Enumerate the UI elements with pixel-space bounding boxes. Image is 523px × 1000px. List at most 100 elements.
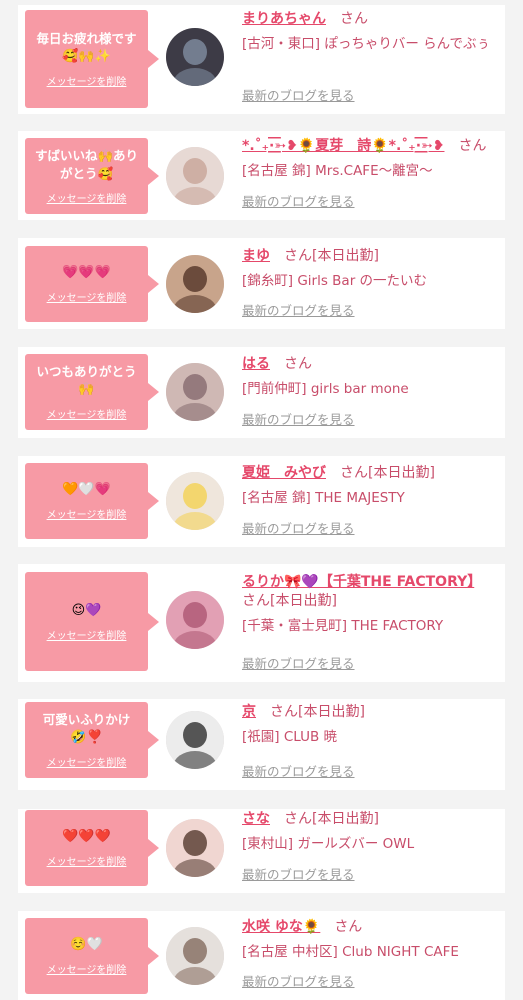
on-duty-badge: [本日出勤]: [368, 465, 435, 481]
avatar[interactable]: [166, 591, 224, 649]
latest-blog-link[interactable]: 最新のブログを見る: [242, 518, 355, 537]
latest-blog-link[interactable]: 最新のブログを見る: [242, 864, 355, 883]
message-card: 可愛いふりかけ 🤣❣️ メッセージを削除 京 さん[本日出勤] [祇園] CLUB 暁最…: [18, 699, 505, 790]
cast-name-link[interactable]: 水咲 ゆな🌻: [242, 919, 320, 935]
message-bubble: いつもありがとう 🙌 メッセージを削除: [25, 354, 159, 430]
latest-blog-link[interactable]: 最新のブログを見る: [242, 409, 355, 428]
message-card: 毎日お疲れ様です 🥰🙌✨ メッセージを削除 まりあちゃん さん [古河・東口] ぽっちゃ…: [18, 5, 505, 114]
message-text: 可愛いふりかけ: [42, 712, 131, 727]
avatar[interactable]: [166, 363, 224, 421]
cast-name-link[interactable]: *.˚₊·͟͟͟͟͟͟͞͞͞͞͞͞➳❥🌻夏芽 詩🌻*.˚₊·͟͟͟͟͟͟͞͞͞͞…: [242, 138, 444, 154]
on-duty-badge: [本日出勤]: [312, 248, 379, 264]
cast-name-link[interactable]: るりか🎀💜【千葉THE FACTORY】: [242, 574, 474, 590]
avatar[interactable]: [166, 28, 224, 86]
message-bubble: ☺️🤍 メッセージを削除: [25, 918, 159, 994]
honorific-label: さん: [284, 248, 312, 264]
shop-name: [千葉・富士見町] THE FACTORY: [242, 618, 444, 634]
delete-message-link[interactable]: メッセージを削除: [47, 754, 127, 769]
name-line: まりあちゃん さん: [242, 10, 498, 29]
name-line: 京 さん[本日出勤]: [242, 703, 498, 722]
avatar-photo-icon: [166, 363, 224, 421]
shop-name: [錦糸町] Girls Bar の一たいむ: [242, 273, 428, 289]
on-duty-badge: [本日出勤]: [298, 704, 365, 720]
avatar-photo-icon: [166, 591, 224, 649]
cast-name-link[interactable]: まゆ: [242, 248, 270, 264]
honorific-label: さん: [270, 704, 298, 720]
message-emoji: 🥰🙌✨: [62, 49, 111, 64]
message-card: 😉💜 メッセージを削除 るりか🎀💜【千葉THE FACTORY】 さん[本日出勤][…: [18, 564, 505, 682]
name-line: 水咲 ゆな🌻 さん: [242, 918, 498, 937]
cast-info: まゆ さん[本日出勤] [錦糸町] Girls Bar の一たいむ: [242, 247, 498, 291]
honorific-label: さん: [334, 919, 363, 935]
cast-info: 夏姫 みやび さん[本日出勤] [名古屋 錦] THE MAJESTY: [242, 464, 498, 508]
message-emoji: 🤣❣️: [70, 730, 103, 745]
message-emoji: ❤️❤️❤️: [62, 829, 111, 844]
latest-blog-link[interactable]: 最新のブログを見る: [242, 85, 355, 104]
avatar-photo-icon: [166, 255, 224, 313]
avatar[interactable]: [166, 711, 224, 769]
message-bubble: 😉💜 メッセージを削除: [25, 572, 159, 671]
latest-blog-link[interactable]: 最新のブログを見る: [242, 300, 355, 319]
delete-message-link[interactable]: メッセージを削除: [47, 289, 127, 304]
delete-message-link[interactable]: メッセージを削除: [47, 627, 127, 642]
cast-info: はる さん [門前仲町] girls bar mone: [242, 355, 498, 399]
message-card: すばいいね🙌ありがとう🥰 メッセージを削除 *.˚₊·͟͟͟͟͟͟͞͞͞͞͞͞➳❥🌻…: [18, 131, 505, 220]
avatar-photo-icon: [166, 927, 224, 985]
shop-name: [名古屋 錦] THE MAJESTY: [242, 490, 405, 506]
avatar[interactable]: [166, 255, 224, 313]
message-emoji: 🙌: [78, 382, 95, 397]
cast-info: 京 さん[本日出勤] [祇園] CLUB 暁: [242, 703, 498, 747]
shop-name: [祇園] CLUB 暁: [242, 729, 338, 745]
message-bubble: 可愛いふりかけ 🤣❣️ メッセージを削除: [25, 702, 159, 778]
avatar[interactable]: [166, 472, 224, 530]
cast-info: *.˚₊·͟͟͟͟͟͟͞͞͞͞͞͞➳❥🌻夏芽 詩🌻*.˚₊·͟͟͟͟͟͟͞͞͞͞…: [242, 137, 498, 181]
honorific-label: さん: [458, 138, 487, 154]
delete-message-link[interactable]: メッセージを削除: [47, 73, 127, 88]
cast-name-link[interactable]: まりあちゃん: [242, 11, 326, 27]
latest-blog-link[interactable]: 最新のブログを見る: [242, 971, 355, 990]
avatar-photo-icon: [166, 147, 224, 205]
delete-message-link[interactable]: メッセージを削除: [47, 506, 127, 521]
avatar-photo-icon: [166, 711, 224, 769]
avatar[interactable]: [166, 147, 224, 205]
avatar-photo-icon: [166, 819, 224, 877]
latest-blog-link[interactable]: 最新のブログを見る: [242, 191, 355, 210]
delete-message-link[interactable]: メッセージを削除: [47, 853, 127, 868]
name-line: るりか🎀💜【千葉THE FACTORY】 さん[本日出勤]: [242, 573, 498, 611]
shop-name: [名古屋 中村区] Club NIGHT CAFE: [242, 944, 459, 960]
name-line: 夏姫 みやび さん[本日出勤]: [242, 464, 498, 483]
avatar-photo-icon: [166, 28, 224, 86]
message-emoji: 😉💜: [71, 602, 102, 618]
message-emoji: 🧡🤍💗: [62, 482, 111, 497]
on-duty-badge: [本日出勤]: [312, 811, 379, 827]
cast-info: るりか🎀💜【千葉THE FACTORY】 さん[本日出勤] [千葉・富士見町] T…: [242, 573, 498, 636]
message-bubble: 💗💗💗 メッセージを削除: [25, 246, 159, 322]
message-card: いつもありがとう 🙌 メッセージを削除 はる さん [門前仲町] girls bar m…: [18, 347, 505, 438]
message-card: 💗💗💗 メッセージを削除 まゆ さん[本日出勤] [錦糸町] Girls Bar の一…: [18, 238, 505, 329]
avatar[interactable]: [166, 819, 224, 877]
on-duty-badge: [本日出勤]: [270, 593, 337, 609]
shop-name: [門前仲町] girls bar mone: [242, 381, 409, 397]
message-emoji: ☺️🤍: [70, 937, 103, 952]
cast-info: さな さん[本日出勤] [東村山] ガールズバー OWL: [242, 810, 498, 854]
shop-name: [東村山] ガールズバー OWL: [242, 836, 415, 852]
name-line: まゆ さん[本日出勤]: [242, 247, 498, 266]
message-bubble: 毎日お疲れ様です 🥰🙌✨ メッセージを削除: [25, 10, 159, 108]
honorific-label: さん: [340, 11, 368, 27]
cast-name-link[interactable]: 京: [242, 704, 256, 720]
cast-name-link[interactable]: はる: [242, 356, 270, 372]
cast-name-link[interactable]: さな: [242, 811, 270, 827]
message-card: 🧡🤍💗 メッセージを削除 夏姫 みやび さん[本日出勤] [名古屋 錦] THE MA…: [18, 456, 505, 547]
avatar[interactable]: [166, 927, 224, 985]
delete-message-link[interactable]: メッセージを削除: [47, 961, 127, 976]
cast-name-link[interactable]: 夏姫 みやび: [242, 465, 326, 481]
message-card: ☺️🤍 メッセージを削除 水咲 ゆな🌻 さん [名古屋 中村区] Club NIGHT…: [18, 911, 505, 1000]
delete-message-link[interactable]: メッセージを削除: [47, 406, 127, 421]
latest-blog-link[interactable]: 最新のブログを見る: [242, 761, 355, 780]
message-emoji: 💗💗💗: [62, 265, 111, 280]
latest-blog-link[interactable]: 最新のブログを見る: [242, 653, 355, 672]
delete-message-link[interactable]: メッセージを削除: [47, 190, 127, 205]
avatar-photo-icon: [166, 472, 224, 530]
message-list: 毎日お疲れ様です 🥰🙌✨ メッセージを削除 まりあちゃん さん [古河・東口] ぽっちゃ…: [0, 0, 523, 1000]
honorific-label: さん: [284, 356, 312, 372]
